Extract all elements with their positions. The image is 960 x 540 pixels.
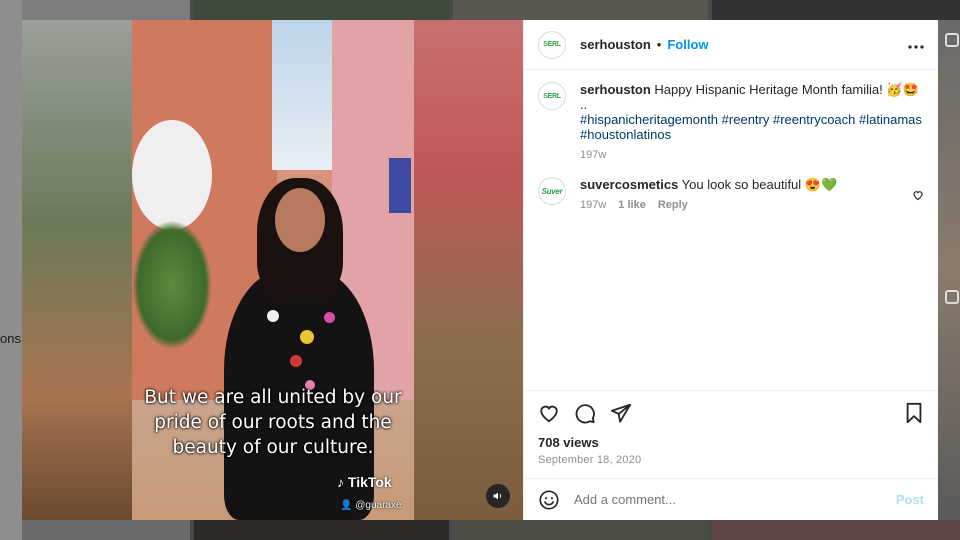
avatar[interactable]: Suver [538,177,566,205]
author-username[interactable]: serhouston [580,37,651,52]
caption-username[interactable]: serhouston [580,82,651,97]
tiktok-handle-text: @guaraxe [355,500,402,511]
tiktok-label: TikTok [347,474,392,490]
user-icon: 👤 [340,500,353,511]
background-tile [194,520,449,540]
tiktok-handle: 👤 @guaraxe [340,500,402,511]
post-comment-button[interactable]: Post [896,492,924,507]
sound-icon [493,492,502,500]
caption-dots: .. [580,97,588,112]
hashtag-link[interactable]: #reentry [722,112,770,127]
hashtag-link[interactable]: #reentrycoach [773,112,855,127]
tiktok-logo-icon: ♪ [337,474,344,490]
video-player[interactable]: But we are all united by our pride of ou… [22,20,523,520]
heart-icon[interactable] [538,402,560,424]
background-tile [194,0,449,20]
video-flower [324,312,335,323]
background-tile [712,520,960,540]
video-person-face [275,188,325,252]
video-sky [272,20,332,170]
post-caption: SERL serhouston Happy Hispanic Heritage … [538,82,924,163]
background-tile [22,520,190,540]
video-caption-line: But we are all united by our [144,387,402,408]
post-actions: 708 views September 18, 2020 [524,390,938,478]
avatar[interactable]: SERL [538,82,566,110]
action-icons [538,401,924,425]
comment-icon[interactable] [574,402,596,424]
comment-input[interactable] [574,492,896,507]
background-tile [453,520,708,540]
more-icon [908,44,924,49]
tiktok-watermark: ♪ TikTok [337,474,392,490]
video-flower [300,330,314,344]
video-flower [290,355,302,367]
comment-meta: 197w 1 like Reply [580,198,904,213]
caption-meta: 197w [580,148,924,163]
avatar[interactable]: SERL [538,30,566,59]
post-header: SERL serhouston • Follow [524,20,938,70]
more-options-button[interactable] [908,36,924,54]
video-flower [267,310,279,322]
comment-item: Suver suvercosmetics You look so beautif… [538,177,924,213]
comments-section: SERL serhouston Happy Hispanic Heritage … [524,70,938,390]
reply-button[interactable]: Reply [658,198,688,213]
emoji-icon[interactable] [538,489,560,511]
header-separator: • [656,37,662,52]
multi-post-icon [945,33,959,47]
comment-text: You look so beautiful 😍💚 [681,177,838,192]
video-frame[interactable]: But we are all united by our pride of ou… [132,20,414,520]
background-tile [22,0,190,20]
comment-username[interactable]: suvercosmetics [580,177,678,192]
sound-toggle-button[interactable] [486,484,510,508]
comment-likes[interactable]: 1 like [618,198,646,213]
multi-post-icon [945,290,959,304]
hashtag-link[interactable]: #hispanicheritagemonth [580,112,718,127]
caption-body: serhouston Happy Hispanic Heritage Month… [580,82,924,163]
video-blur-left [22,20,132,520]
comment-like-heart-icon[interactable] [912,189,924,201]
background-right-panel [938,20,960,520]
video-window [389,158,411,213]
background-left-panel [0,0,22,540]
background-left-text: ons [0,331,21,346]
bookmark-icon[interactable] [904,402,924,424]
follow-button[interactable]: Follow [667,37,708,52]
post-sidebar: SERL serhouston • Follow SERL serhouston… [523,20,938,520]
comment-time: 197w [580,199,607,211]
video-plant [132,220,212,350]
hashtag-link[interactable]: #latinamas [859,112,922,127]
share-icon[interactable] [610,402,632,424]
comment-body: suvercosmetics You look so beautiful 😍💚 … [580,177,904,213]
view-count[interactable]: 708 views [538,435,924,450]
post-modal: But we are all united by our pride of ou… [22,20,938,520]
video-caption-line: pride of our roots and the [154,412,392,433]
video-caption-line: beauty of our culture. [172,437,374,458]
hashtag-link[interactable]: #houstonlatinos [580,127,671,142]
caption-time: 197w [580,149,607,161]
post-date: September 18, 2020 [538,454,642,466]
video-blur-right [414,20,523,520]
video-caption: But we are all united by our pride of ou… [132,385,414,460]
add-comment-bar: Post [524,478,938,520]
background-tile [453,0,708,20]
caption-text: Happy Hispanic Heritage Month familia! 🥳… [654,82,919,97]
video-lamp [132,120,212,230]
background-tile [712,0,960,20]
